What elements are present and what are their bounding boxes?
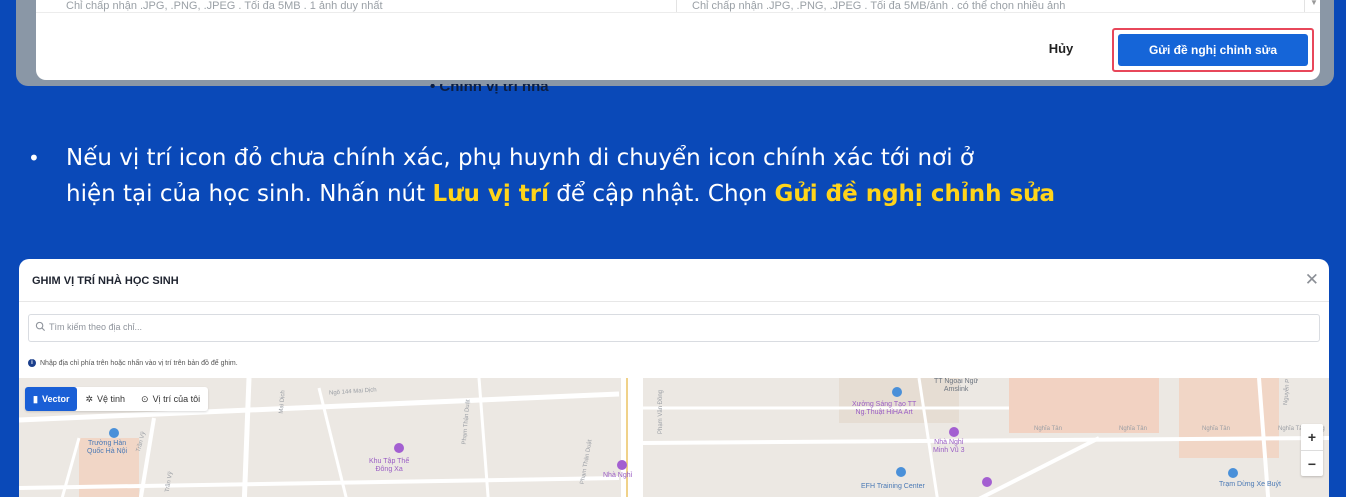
satellite-mode-button[interactable]: ✲ Vệ tinh <box>77 387 133 411</box>
satellite-label: Vệ tinh <box>97 394 126 404</box>
map-graphics <box>19 378 1329 497</box>
map-label-poi: Nhà Nghỉ Minh Vũ 3 <box>933 439 965 455</box>
bullet-icon: • <box>28 146 40 170</box>
map-label-poi: Nhà Nghỉ <box>603 472 633 479</box>
road <box>241 378 252 497</box>
dialog-body: Chỉ chấp nhận .JPG, .PNG, .JPEG . Tối đa… <box>36 0 1320 80</box>
poi-marker <box>896 467 906 477</box>
map-label-poi: Xưởng Sáng Tạo TT Ng.Thuật HiHA Art <box>852 401 916 417</box>
map-label-street: Nghĩa Tân <box>1202 426 1230 432</box>
map-label-street: Nghĩa Tân <box>1034 426 1062 432</box>
vector-label: Vector <box>41 394 70 404</box>
upload-hint-single: Chỉ chấp nhận .JPG, .PNG, .JPEG . Tối đa… <box>66 0 383 12</box>
title-divider <box>19 301 1329 302</box>
satellite-icon: ✲ <box>85 393 94 404</box>
peek-heading: • Chỉnh vị trí nhà <box>430 84 670 94</box>
map-label-poi: Trạm Dừng Xe Buýt <box>1219 481 1282 488</box>
poi-marker <box>1228 468 1238 478</box>
my-location-label: Vị trí của tôi <box>152 394 201 404</box>
scroll-down-icon[interactable]: ▼ <box>1310 0 1318 7</box>
map-label-poi: EFH Training Center <box>861 483 925 490</box>
map-label-text: Trường Hàn Quốc Hà Nội <box>87 440 128 455</box>
map-label-text: Xưởng Sáng Tạo TT Ng.Thuật HiHA Art <box>852 401 917 416</box>
map-label-poi: TT Ngoại Ngữ Amslink <box>934 378 978 394</box>
poi-marker <box>949 427 959 437</box>
poi-marker <box>394 443 404 453</box>
poi-marker <box>892 387 902 397</box>
close-icon[interactable]: ✕ <box>1305 270 1319 290</box>
my-location-button[interactable]: ⊙ Vị trí của tôi <box>133 387 208 411</box>
peek-heading-text: • Chỉnh vị trí nhà <box>430 84 549 94</box>
pin-location-dialog: GHIM VỊ TRÍ NHÀ HỌC SINH ✕ Tìm kiếm theo… <box>19 259 1329 497</box>
info-text: Nhập địa chỉ phía trên hoặc nhấn vào vị … <box>40 359 238 367</box>
zoom-out-button[interactable]: − <box>1301 451 1323 477</box>
upload-hint-multiple: Chỉ chấp nhận .JPG, .PNG, .JPEG . Tối đa… <box>692 0 1066 12</box>
map-label-text: Khu Tập Thể Đông Xa <box>369 458 410 473</box>
poi-marker <box>109 428 119 438</box>
road <box>978 436 1100 497</box>
search-icon <box>35 321 46 332</box>
search-placeholder: Tìm kiếm theo địa chỉ... <box>49 322 143 332</box>
edit-request-dialog-fragment: Chỉ chấp nhận .JPG, .PNG, .JPEG . Tối đa… <box>16 0 1334 86</box>
address-search-input[interactable]: Tìm kiếm theo địa chỉ... <box>28 314 1320 342</box>
submit-highlight-box: Gửi đề nghị chỉnh sửa <box>1112 28 1314 72</box>
cancel-button[interactable]: Hủy <box>1026 34 1096 64</box>
instruction-part-2: hiện tại của học sinh. Nhấn nút <box>66 181 433 207</box>
submit-edit-request-button[interactable]: Gửi đề nghị chỉnh sửa <box>1118 34 1308 66</box>
highlight-save-location: Lưu vị trí <box>432 181 549 207</box>
map-label-text: Nhà Nghỉ Minh Vũ 3 <box>933 439 965 454</box>
map-label-poi: Khu Tập Thể Đông Xa <box>369 458 409 474</box>
instruction-line-1: Nếu vị trí icon đỏ chưa chính xác, phụ h… <box>66 145 974 171</box>
map-mode-toolbar: ▮ Vector ✲ Vệ tinh ⊙ Vị trí của tôi <box>25 387 209 411</box>
vector-mode-button[interactable]: ▮ Vector <box>25 387 78 411</box>
map-canvas[interactable]: Trường Hàn Quốc Hà Nội Ngõ 144 Mai Dịch … <box>19 378 1329 497</box>
poi-marker <box>982 477 992 487</box>
map-label-school: Trường Hàn Quốc Hà Nội <box>87 440 127 456</box>
info-icon: i <box>28 359 36 367</box>
map-icon: ▮ <box>33 393 38 404</box>
crosshair-icon: ⊙ <box>141 393 149 404</box>
instruction-text: • Nếu vị trí icon đỏ chưa chính xác, phụ… <box>28 140 1346 212</box>
map-label-street: Nghĩa Tân <box>1119 426 1147 432</box>
zoom-in-button[interactable]: + <box>1301 424 1323 450</box>
row-divider <box>36 12 1320 13</box>
map-label-text: TT Ngoại Ngữ Amslink <box>934 378 979 393</box>
instruction-part-3: để cập nhật. Chọn <box>548 181 775 207</box>
poi-marker <box>617 460 627 470</box>
info-hint: i Nhập địa chỉ phía trên hoặc nhấn vào v… <box>28 359 238 367</box>
dialog-title: GHIM VỊ TRÍ NHÀ HỌC SINH <box>32 275 179 287</box>
highlight-submit-edit: Gửi đề nghị chỉnh sửa <box>774 181 1056 207</box>
field-divider <box>676 0 677 12</box>
instruction-line-2: hiện tại của học sinh. Nhấn nút Lưu vị t… <box>28 176 1346 212</box>
map-label-street: Phạm Văn Đồng <box>658 389 665 435</box>
zoom-control: + − <box>1301 424 1323 476</box>
field-divider-right <box>1304 0 1305 12</box>
